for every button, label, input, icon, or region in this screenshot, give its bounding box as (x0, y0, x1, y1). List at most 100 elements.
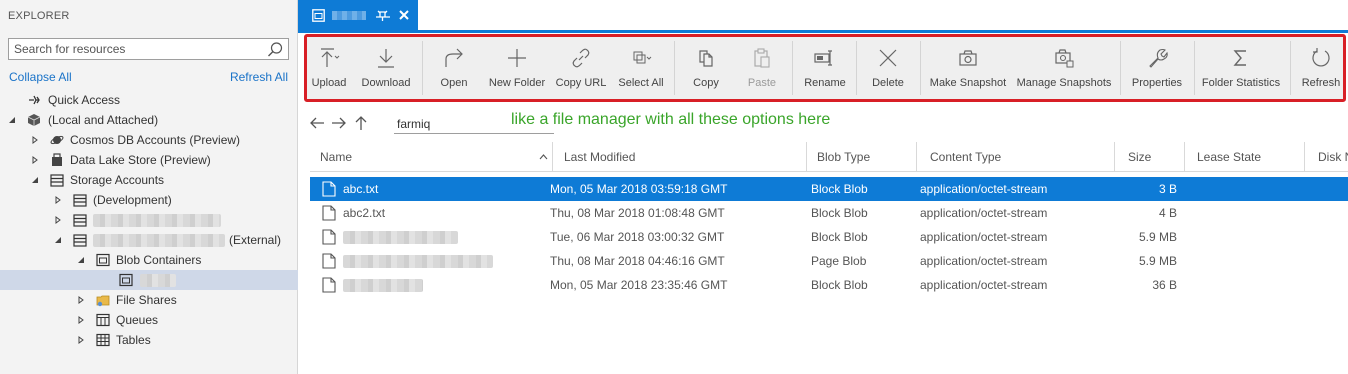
forward-arrow-icon[interactable] (330, 114, 348, 132)
tab-accent-strip (298, 30, 1348, 33)
column-header-size[interactable]: Size (1115, 142, 1185, 172)
collapse-all-link[interactable]: Collapse All (9, 70, 72, 84)
close-tab-icon[interactable] (399, 10, 409, 20)
search-icon[interactable] (266, 41, 284, 59)
file-size: 4 B (1158, 206, 1177, 220)
column-header-lease-state[interactable]: Lease State (1185, 142, 1305, 172)
tree-item-local-attached[interactable]: (Local and Attached) (0, 110, 298, 130)
caret-collapsed-icon[interactable] (54, 196, 62, 204)
toolbar-separator (1290, 41, 1291, 95)
select-all-label: Select All (618, 77, 664, 89)
caret-expanded-icon[interactable] (77, 256, 85, 264)
make-snapshot-label: Make Snapshot (929, 77, 1007, 89)
tree-item-quick-access[interactable]: Quick Access (0, 90, 298, 110)
table-row[interactable]: abc.txt Mon, 05 Mar 2018 03:59:18 GMT Bl… (310, 177, 1348, 201)
column-header-name[interactable]: Name (310, 142, 553, 172)
planet-icon (50, 135, 64, 145)
table-row[interactable]: Thu, 08 Mar 2018 04:46:16 GMT Page Blob … (310, 249, 1348, 273)
content-type: application/octet-stream (920, 230, 1048, 244)
tree-item-data-lake[interactable]: Data Lake Store (Preview) (0, 150, 298, 170)
download-button[interactable]: Download (358, 37, 414, 99)
caret-expanded-icon[interactable] (31, 176, 39, 184)
select-all-icon (633, 51, 652, 64)
refresh-button[interactable]: Refresh (1296, 37, 1346, 99)
storage-account-icon (73, 194, 87, 207)
caret-collapsed-icon[interactable] (54, 216, 62, 224)
tree-label-tables: Tables (116, 333, 151, 347)
tree-item-development[interactable]: (Development) (0, 190, 298, 210)
tree-item-blob-containers[interactable]: Blob Containers (0, 250, 298, 270)
tree-label-quick-access: Quick Access (48, 93, 121, 107)
tree-item-tables[interactable]: Tables (0, 330, 298, 350)
tree-label-external: (External) (229, 233, 282, 247)
redacted-account-name (93, 214, 221, 227)
column-header-disk[interactable]: Disk N (1305, 142, 1348, 172)
paste-button[interactable]: Paste (740, 37, 784, 99)
upload-button[interactable]: Upload (306, 37, 352, 99)
table-row[interactable]: Mon, 05 Mar 2018 23:35:46 GMT Block Blob… (310, 273, 1348, 297)
tree-label-blob-containers: Blob Containers (116, 253, 202, 267)
caret-expanded-icon[interactable] (54, 236, 62, 244)
tree-item-selected-container[interactable] (0, 270, 298, 290)
table-row[interactable]: abc2.txt Thu, 08 Mar 2018 01:08:48 GMT B… (310, 201, 1348, 225)
caret-collapsed-icon[interactable] (77, 336, 85, 344)
pin-icon (29, 95, 40, 105)
tree-label-local-attached: (Local and Attached) (48, 113, 159, 127)
copy-url-button[interactable]: Copy URL (554, 37, 608, 99)
tab-container[interactable] (298, 0, 418, 30)
tree-item-storage-accounts[interactable]: Storage Accounts (0, 170, 298, 190)
rename-button[interactable]: Rename (800, 37, 850, 99)
annotation-text: like a file manager with all these optio… (511, 111, 831, 128)
tree-item-queues[interactable]: Queues (0, 310, 298, 330)
tree-item-external-account[interactable]: (External) (0, 230, 298, 250)
refresh-all-link[interactable]: Refresh All (230, 70, 288, 84)
up-arrow-icon[interactable] (352, 114, 370, 132)
file-name: abc.txt (343, 182, 379, 196)
caret-collapsed-icon[interactable] (31, 136, 39, 144)
toolbar: Upload Download Open New Folder Copy URL… (306, 37, 1346, 101)
open-button[interactable]: Open (432, 37, 476, 99)
pin-tab-icon[interactable] (375, 8, 391, 22)
content-type: application/octet-stream (920, 278, 1048, 292)
caret-expanded-icon[interactable] (8, 116, 16, 124)
paste-label: Paste (747, 77, 777, 89)
search-input[interactable] (9, 39, 259, 59)
tree-label-data-lake: Data Lake Store (Preview) (70, 153, 211, 167)
column-header-blob-type[interactable]: Blob Type (807, 142, 917, 172)
tree-item-file-shares[interactable]: File Shares (0, 290, 298, 310)
blob-type: Block Blob (811, 278, 868, 292)
make-snapshot-button[interactable]: Make Snapshot (928, 37, 1008, 99)
plus-icon (508, 49, 526, 67)
tree-label-file-shares: File Shares (116, 293, 177, 307)
file-icon (322, 229, 336, 245)
file-name: abc2.txt (343, 206, 386, 220)
open-arrow-icon (445, 48, 463, 67)
toolbar-separator (674, 41, 675, 95)
caret-collapsed-icon[interactable] (31, 156, 39, 164)
properties-button[interactable]: Properties (1128, 37, 1186, 99)
blob-container-icon (96, 253, 110, 267)
new-folder-button[interactable]: New Folder (486, 37, 548, 99)
cube-icon (27, 114, 41, 126)
tree-item-storage-account[interactable] (0, 210, 298, 230)
folder-statistics-button[interactable]: Folder Statistics (1200, 37, 1282, 99)
back-arrow-icon[interactable] (308, 114, 326, 132)
table-row[interactable]: Tue, 06 Mar 2018 03:00:32 GMT Block Blob… (310, 225, 1348, 249)
caret-collapsed-icon[interactable] (77, 316, 85, 324)
column-header-content-type[interactable]: Content Type (917, 142, 1115, 172)
copy-button[interactable]: Copy (684, 37, 728, 99)
select-all-button[interactable]: Select All (614, 37, 668, 99)
search-box[interactable] (8, 38, 289, 60)
delete-button[interactable]: Delete (864, 37, 912, 99)
manage-snapshots-button[interactable]: Manage Snapshots (1016, 37, 1112, 99)
copy-url-label: Copy URL (555, 77, 607, 89)
content-type: application/octet-stream (920, 254, 1048, 268)
explorer-header: EXPLORER (8, 10, 70, 22)
toolbar-separator (1120, 41, 1121, 95)
column-header-last-modified[interactable]: Last Modified (553, 142, 807, 172)
tree-item-cosmos-db[interactable]: Cosmos DB Accounts (Preview) (0, 130, 298, 150)
paste-icon (754, 48, 770, 68)
shared-folder-icon (96, 295, 110, 307)
refresh-icon (1312, 48, 1330, 67)
caret-collapsed-icon[interactable] (77, 296, 85, 304)
